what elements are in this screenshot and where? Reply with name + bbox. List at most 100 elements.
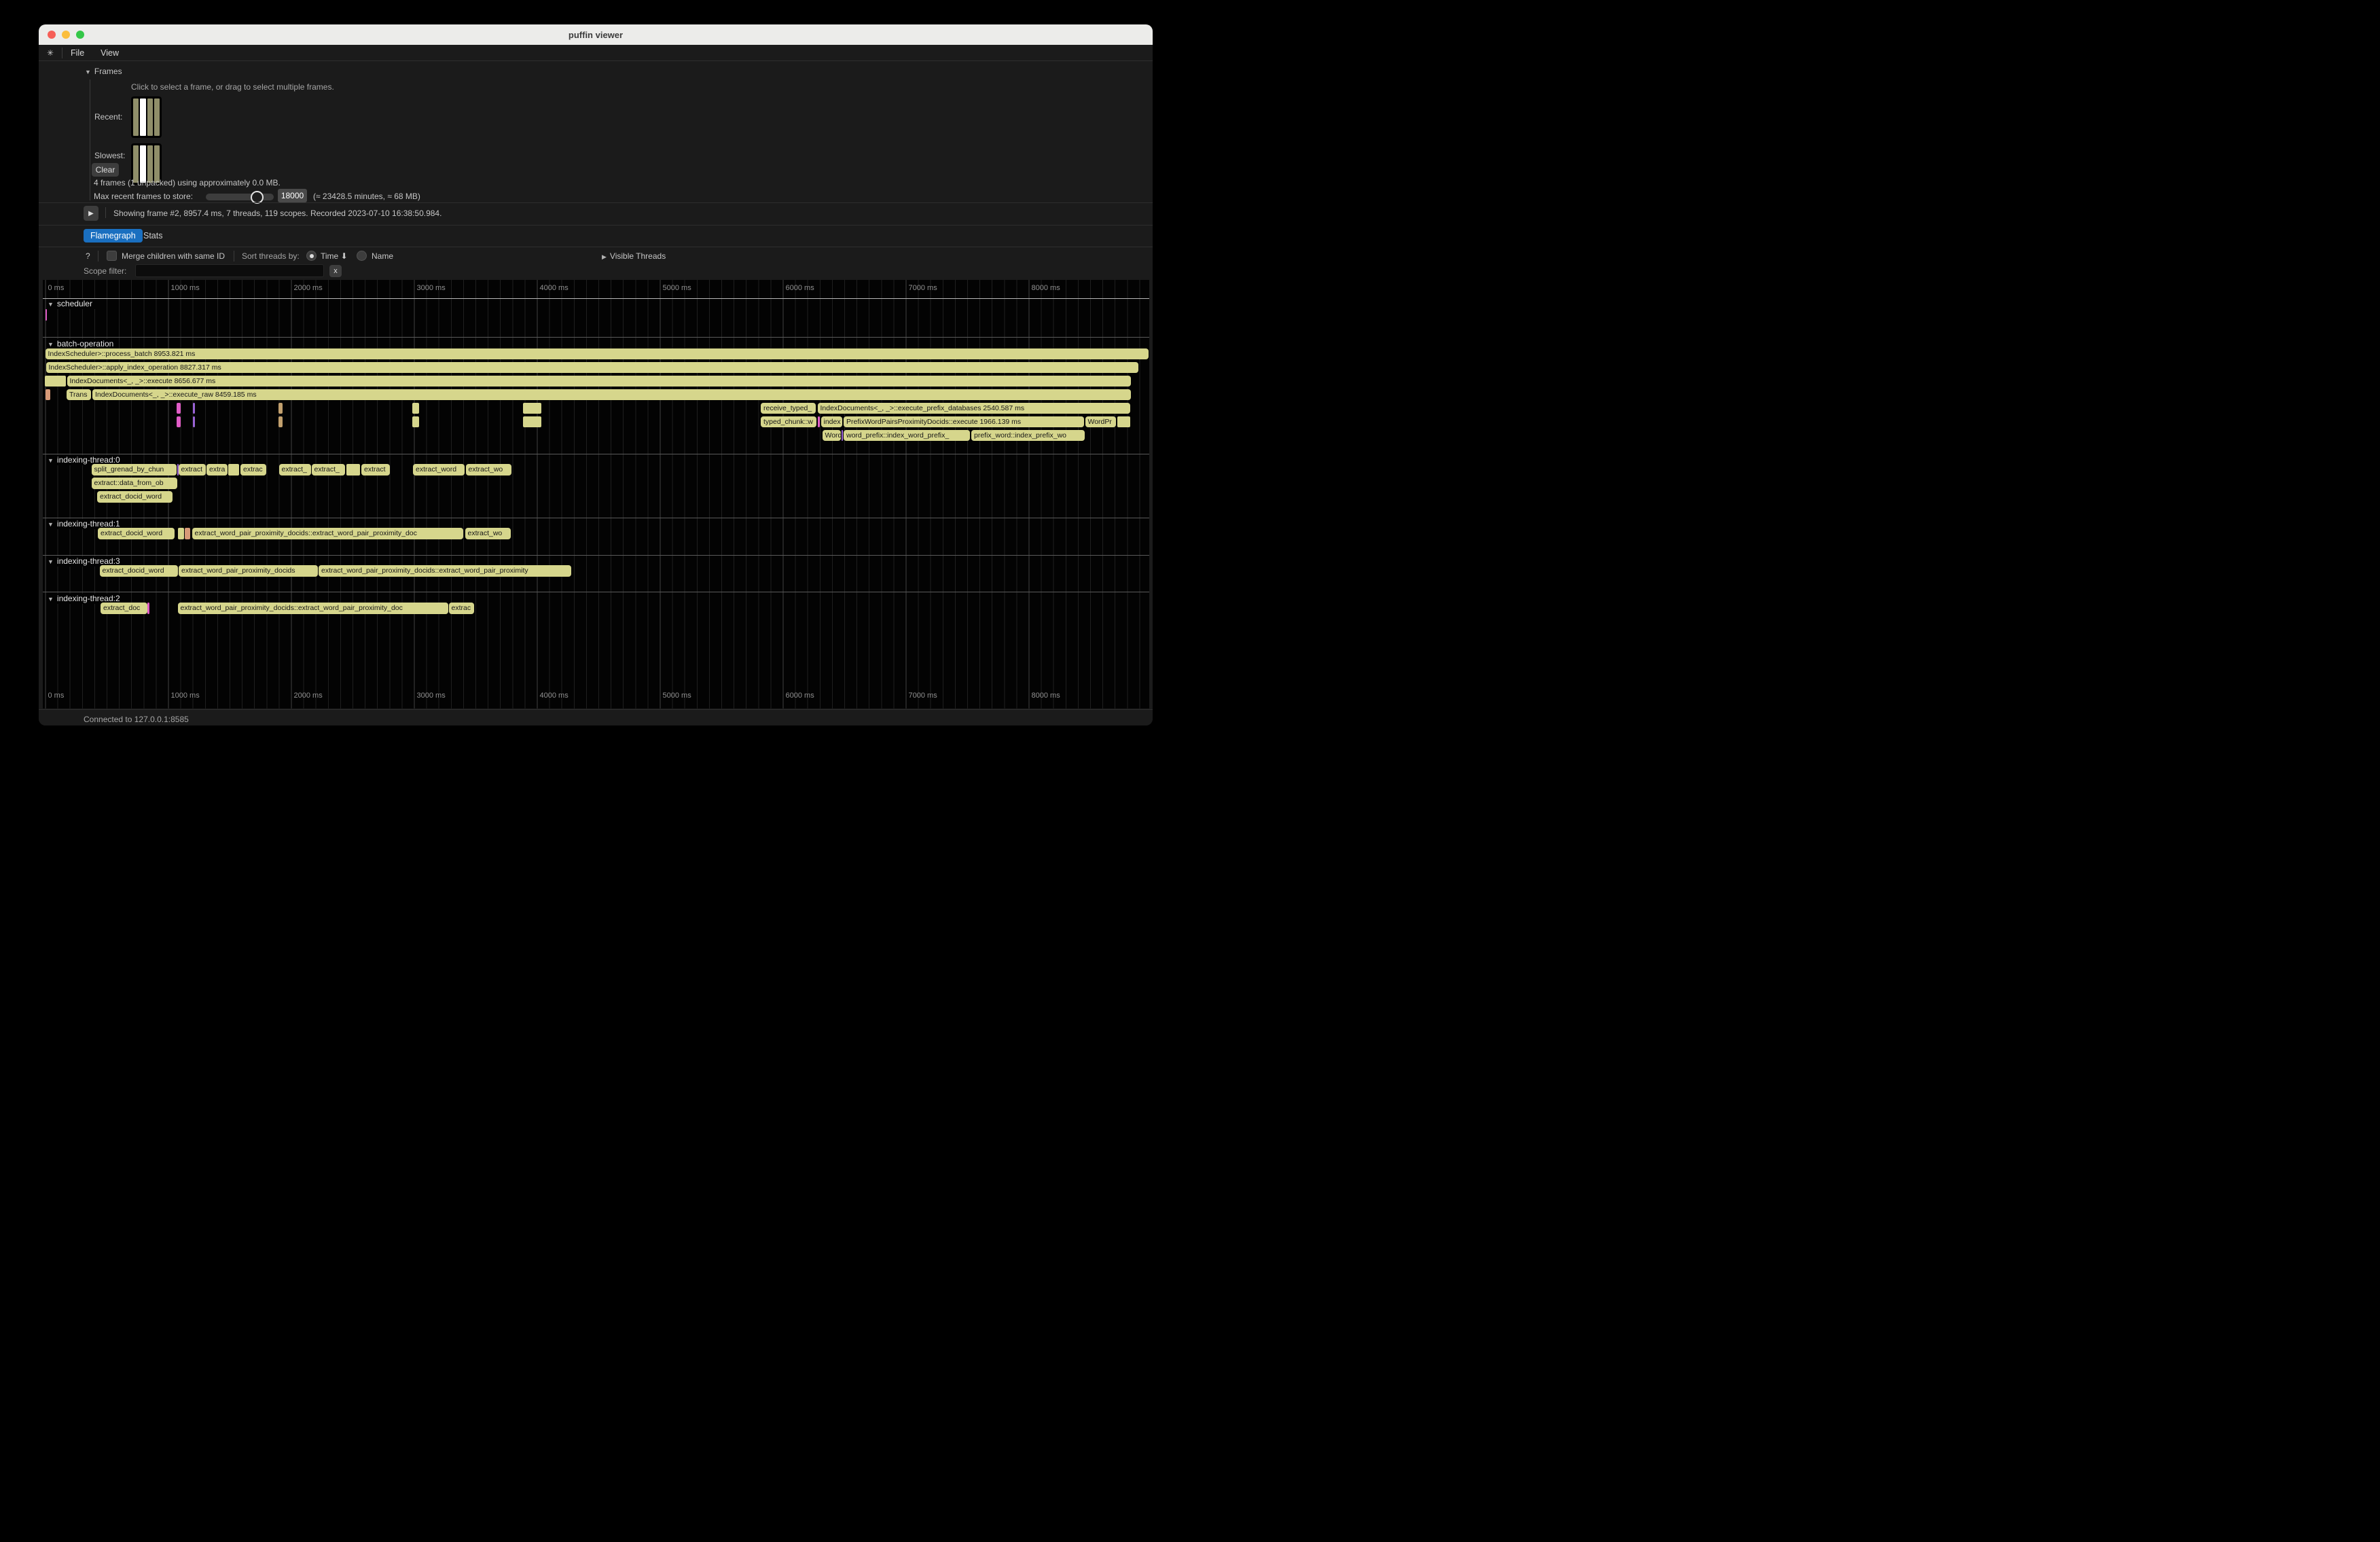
flame-bar[interactable]: extract_word_pair_proximity_docids::extr… <box>192 528 464 539</box>
frame-bar[interactable] <box>133 98 139 136</box>
merge-children-label[interactable]: Merge children with same ID <box>122 251 225 261</box>
flame-bar[interactable]: IndexDocuments<_, _>::execute_prefix_dat… <box>818 403 1130 414</box>
frame-bar[interactable] <box>154 145 160 183</box>
clear-filter-button[interactable]: x <box>329 265 342 277</box>
sort-time-radio[interactable] <box>306 251 317 261</box>
scope-filter-input[interactable] <box>135 264 324 277</box>
flame-bar[interactable]: Word <box>823 430 841 442</box>
recent-label: Recent: <box>94 112 122 122</box>
flame-bar[interactable] <box>346 464 360 476</box>
flame-bar[interactable]: extrac <box>240 464 266 476</box>
flame-bar[interactable]: extra <box>206 464 228 476</box>
flame-bar[interactable]: extract_word_pair_proximity_docids::extr… <box>178 603 448 614</box>
collapse-triangle-icon: ▼ <box>48 558 54 565</box>
slider-knob[interactable] <box>251 191 264 204</box>
tab-stats[interactable]: Stats <box>139 229 167 243</box>
flame-bar[interactable] <box>278 416 283 428</box>
flame-bar[interactable]: extract_word_pair_proximity_docids <box>179 565 318 577</box>
theme-toggle-icon[interactable]: ✳ <box>39 48 62 58</box>
flame-bar[interactable]: Trans <box>67 389 91 401</box>
bottom-tick-label: 5000 ms <box>663 692 691 700</box>
flame-bar[interactable] <box>818 416 820 428</box>
flame-bar[interactable]: PrefixWordPairsProximityDocids::execute … <box>844 416 1084 428</box>
flame-bar[interactable] <box>523 403 541 414</box>
flame-bar[interactable] <box>193 403 196 414</box>
flame-bar[interactable]: extract_docid_word <box>97 491 173 503</box>
flame-bar[interactable]: extract_doc <box>101 603 147 614</box>
ruler-tick-label: 6000 ms <box>786 284 814 292</box>
flame-bar[interactable] <box>193 416 196 428</box>
play-button[interactable]: ▶ <box>84 206 98 221</box>
sort-direction-icon[interactable]: ⬇ <box>341 251 348 261</box>
close-button[interactable] <box>48 31 56 39</box>
frame-bar[interactable] <box>133 145 139 183</box>
flame-bar[interactable] <box>523 416 541 428</box>
collapse-triangle-icon: ▶ <box>602 253 607 260</box>
frame-bar[interactable] <box>147 98 153 136</box>
flame-bar[interactable] <box>1117 416 1130 428</box>
frame-bar[interactable] <box>140 145 145 183</box>
frame-bar[interactable] <box>140 98 145 136</box>
flame-bar[interactable] <box>185 528 190 539</box>
connection-status: Connected to 127.0.0.1:8585 <box>84 715 189 724</box>
sort-name-radio[interactable] <box>357 251 367 261</box>
flame-bar[interactable] <box>147 603 149 614</box>
clear-button[interactable]: Clear <box>92 163 119 177</box>
flame-bar[interactable] <box>842 430 844 442</box>
flame-bar[interactable]: extract_word_pair_proximity_docids::extr… <box>319 565 571 577</box>
flame-bar[interactable]: IndexScheduler>::process_batch 8953.821 … <box>46 348 1149 360</box>
flame-bar[interactable] <box>178 528 184 539</box>
flame-bar[interactable] <box>46 389 50 401</box>
flame-bar[interactable] <box>177 403 181 414</box>
flame-bar[interactable] <box>46 309 47 321</box>
frames-collapse-header[interactable]: ▼Frames <box>85 67 122 76</box>
flame-bar[interactable]: split_grenad_by_chun <box>92 464 177 476</box>
flamegraph-canvas[interactable]: 0 ms1000 ms2000 ms3000 ms4000 ms5000 ms6… <box>43 280 1149 709</box>
flame-bar[interactable] <box>228 464 240 476</box>
minimize-button[interactable] <box>62 31 70 39</box>
recent-frames-thumbnail[interactable] <box>131 96 162 138</box>
flame-bar[interactable]: prefix_word::index_prefix_wo <box>971 430 1085 442</box>
frame-bar[interactable] <box>147 145 153 183</box>
sort-time-label[interactable]: Time ⬇ <box>321 251 348 261</box>
flame-bar[interactable]: extrac <box>449 603 474 614</box>
max-frames-value[interactable]: 18000 <box>278 189 307 202</box>
ruler-tick-label: 3000 ms <box>417 284 446 292</box>
flame-bar[interactable] <box>412 416 420 428</box>
flame-bar[interactable] <box>412 403 420 414</box>
zoom-button[interactable] <box>76 31 84 39</box>
frame-bar[interactable] <box>154 98 160 136</box>
flame-bar[interactable]: extract_docid_word <box>98 528 175 539</box>
flame-bar[interactable]: IndexDocuments<_, _>::execute_raw 8459.1… <box>92 389 1131 401</box>
max-frames-slider[interactable] <box>206 194 274 200</box>
flame-bar[interactable]: extract::data_from_ob <box>92 478 178 489</box>
visible-threads-header[interactable]: ▶Visible Threads <box>602 251 666 261</box>
collapse-triangle-icon: ▼ <box>48 596 54 603</box>
flame-bar[interactable]: typed_chunk::w <box>761 416 816 428</box>
flame-bar[interactable]: extract_wo <box>465 528 511 539</box>
flame-bar[interactable] <box>177 416 181 428</box>
menu-file[interactable]: File <box>62 48 92 58</box>
help-button[interactable]: ? <box>86 251 90 261</box>
flame-bar[interactable]: extract_ <box>312 464 346 476</box>
flame-bar[interactable]: extract <box>361 464 390 476</box>
flame-bar[interactable]: index <box>821 416 842 428</box>
flame-bar[interactable]: word_prefix::index_word_prefix_ <box>844 430 970 442</box>
merge-children-checkbox[interactable] <box>107 251 117 261</box>
thread-header-batch-operation[interactable]: ▼batch-operation <box>46 339 117 349</box>
thread-header-scheduler[interactable]: ▼scheduler <box>46 299 96 309</box>
flame-bar[interactable] <box>45 376 66 387</box>
flame-bar[interactable]: WordPr <box>1085 416 1117 428</box>
flame-bar[interactable]: IndexDocuments<_, _>::execute 8656.677 m… <box>67 376 1131 387</box>
flame-bar[interactable]: extract_word <box>413 464 465 476</box>
tab-flamegraph[interactable]: Flamegraph <box>84 229 143 243</box>
flame-bar[interactable]: extract_wo <box>466 464 512 476</box>
sort-name-label[interactable]: Name <box>372 251 393 261</box>
flame-bar[interactable]: IndexScheduler>::apply_index_operation 8… <box>46 362 1138 374</box>
flame-bar[interactable] <box>278 403 283 414</box>
flame-bar[interactable]: receive_typed_ <box>761 403 816 414</box>
flame-bar[interactable]: extract_ <box>279 464 311 476</box>
flame-bar[interactable]: extract <box>179 464 206 476</box>
menu-view[interactable]: View <box>92 48 127 58</box>
flame-bar[interactable]: extract_docid_word <box>100 565 178 577</box>
